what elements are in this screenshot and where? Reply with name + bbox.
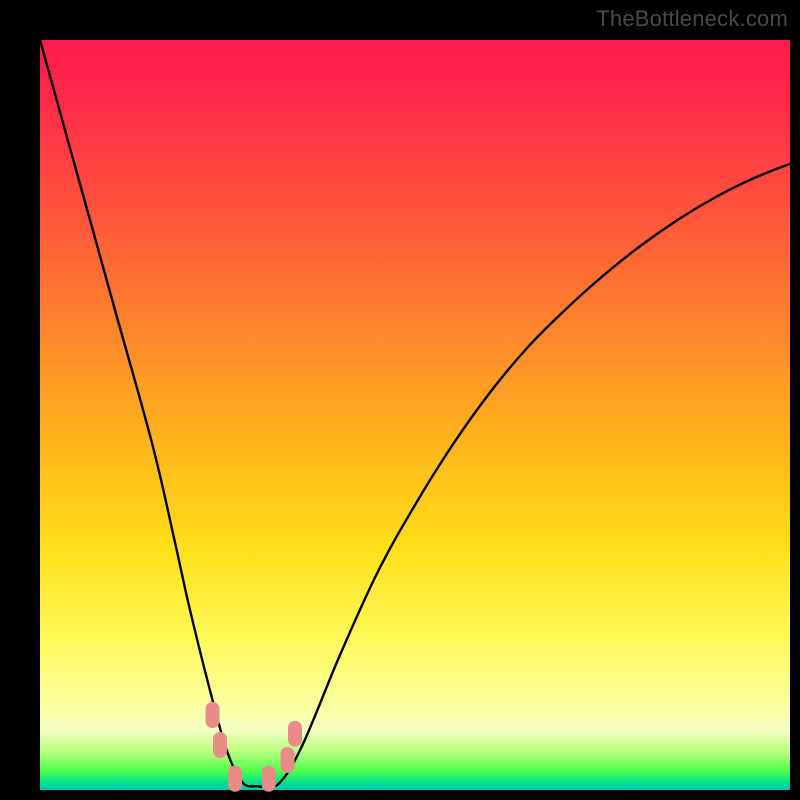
plot-area bbox=[40, 40, 790, 790]
bottleneck-curve bbox=[40, 40, 790, 787]
marker-pill bbox=[288, 721, 302, 747]
marker-pill bbox=[228, 766, 242, 792]
marker-pill bbox=[281, 747, 295, 773]
chart-frame: TheBottleneck.com bbox=[0, 0, 800, 800]
curve-svg bbox=[40, 40, 790, 790]
marker-pill bbox=[262, 766, 276, 792]
curve-markers bbox=[206, 702, 303, 792]
watermark-text: TheBottleneck.com bbox=[596, 6, 788, 32]
marker-pill bbox=[213, 732, 227, 758]
marker-pill bbox=[206, 702, 220, 728]
